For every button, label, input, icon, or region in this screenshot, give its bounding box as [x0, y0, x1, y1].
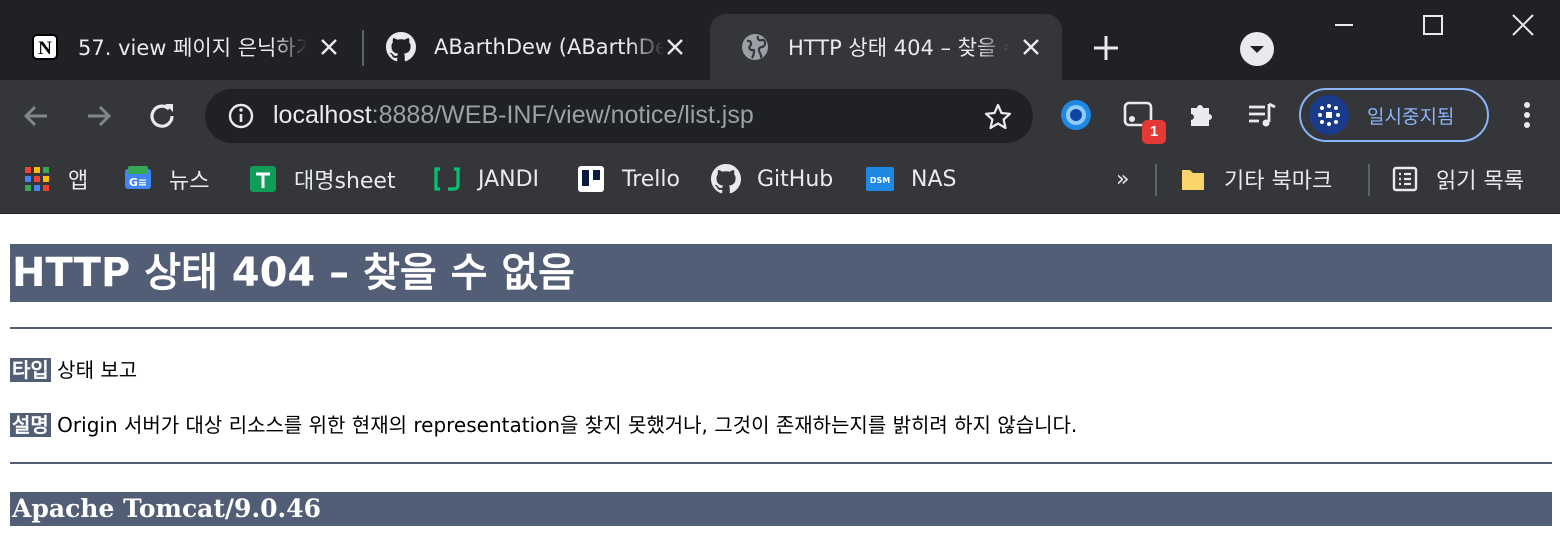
- info-icon[interactable]: [227, 102, 255, 130]
- extensions-puzzle-icon[interactable]: [1183, 98, 1217, 132]
- close-icon[interactable]: [318, 36, 340, 58]
- bookmark-trello[interactable]: Trello: [576, 162, 680, 196]
- bookmark-label: NAS: [911, 166, 957, 192]
- close-icon[interactable]: [1020, 36, 1042, 58]
- minimize-icon: [1335, 24, 1353, 26]
- sheets-icon: [248, 164, 278, 194]
- maximize-button[interactable]: [1403, 0, 1463, 50]
- svg-text:G≡: G≡: [129, 176, 147, 189]
- page-title: HTTP 상태 404 – 찾을 수 없음: [10, 244, 1552, 302]
- bookmark-label: Trello: [622, 166, 680, 192]
- dsm-icon: DSM: [865, 164, 895, 194]
- chevron-down-icon: [1250, 46, 1264, 53]
- type-label: 타입: [10, 358, 51, 382]
- google-news-icon: G≡: [123, 164, 153, 194]
- description-label: 설명: [10, 413, 51, 437]
- divider: [10, 462, 1552, 464]
- url-text: localhost:8888/WEB-INF/view/notice/list.…: [273, 101, 754, 130]
- bookmark-github[interactable]: GitHub: [711, 162, 833, 196]
- reading-list-icon: [1390, 164, 1420, 194]
- minimize-button[interactable]: [1314, 0, 1374, 50]
- profile-button[interactable]: 일시중지됨: [1299, 88, 1489, 142]
- jandi-icon: [432, 164, 462, 194]
- bookmark-separator: [1155, 164, 1157, 196]
- divider: [10, 327, 1552, 329]
- close-icon[interactable]: [664, 36, 686, 58]
- tab-notion[interactable]: N 57. view 페이지 은닉하기: [0, 14, 360, 80]
- tab-title: 57. view 페이지 은닉하기: [78, 36, 308, 60]
- bookmark-other-folder[interactable]: 기타 북마크: [1178, 162, 1332, 196]
- bookmark-label: 앱: [68, 169, 89, 194]
- bookmark-sheet[interactable]: 대명sheet: [248, 162, 396, 196]
- bookmark-news[interactable]: G≡ 뉴스: [123, 162, 209, 196]
- server-footer: Apache Tomcat/9.0.46: [10, 492, 1552, 526]
- profile-label: 일시중지됨: [1367, 105, 1455, 128]
- maximize-icon: [1423, 15, 1443, 35]
- bookmark-label: 읽기 목록: [1436, 169, 1524, 194]
- arrow-left-icon: [23, 105, 47, 127]
- tab-strip: N 57. view 페이지 은닉하기 ABarthDew (ABarthDew…: [0, 0, 1560, 80]
- bookmark-separator: [1368, 164, 1370, 196]
- close-icon: [1512, 14, 1534, 36]
- bookmark-star-icon[interactable]: [983, 102, 1013, 132]
- arrow-right-icon: [88, 105, 112, 127]
- reload-button[interactable]: [142, 96, 182, 136]
- back-button[interactable]: [16, 96, 56, 136]
- url-host: localhost: [273, 101, 372, 129]
- github-icon: [386, 32, 416, 62]
- tab-title: HTTP 상태 404 – 찾을 수 없음: [788, 36, 1010, 60]
- reading-list-button[interactable]: 읽기 목록: [1390, 162, 1524, 196]
- more-menu-icon[interactable]: [1512, 98, 1542, 132]
- globe-icon: [740, 32, 770, 62]
- tab-github[interactable]: ABarthDew (ABarthDew): [356, 14, 706, 80]
- bookmark-label: 뉴스: [169, 169, 210, 194]
- forward-button[interactable]: [79, 96, 119, 136]
- bookmark-label: JANDI: [478, 166, 540, 192]
- bookmark-label: 기타 북마크: [1224, 169, 1333, 194]
- media-queue-icon[interactable]: [1245, 98, 1279, 132]
- bookmark-apps[interactable]: 앱: [22, 162, 88, 196]
- tab-search-button[interactable]: [1240, 32, 1274, 66]
- page-content: HTTP 상태 404 – 찾을 수 없음 타입 상태 보고 설명 Origin…: [0, 215, 1560, 547]
- notion-icon: N: [30, 32, 60, 62]
- bookmark-jandi[interactable]: JANDI: [432, 162, 539, 196]
- bookmark-label: GitHub: [757, 166, 834, 192]
- description-value: Origin 서버가 대상 리소스를 위한 현재의 representation…: [57, 413, 1078, 437]
- bookmark-nas[interactable]: DSM NAS: [865, 162, 956, 196]
- svg-text:N: N: [38, 38, 52, 59]
- trello-icon: [576, 164, 606, 194]
- type-value: 상태 보고: [57, 358, 138, 382]
- bookmark-label: 대명sheet: [294, 169, 396, 194]
- reload-icon: [150, 104, 174, 128]
- new-tab-icon[interactable]: [1088, 30, 1124, 66]
- folder-icon: [1178, 164, 1208, 194]
- description-row: 설명 Origin 서버가 대상 리소스를 위한 현재의 representat…: [10, 411, 1077, 439]
- type-row: 타입 상태 보고: [10, 356, 137, 384]
- overflow-chevron-icon: »: [1116, 166, 1130, 192]
- tab-title: ABarthDew (ABarthDew): [434, 35, 664, 59]
- browser-toolbar: localhost:8888/WEB-INF/view/notice/list.…: [0, 80, 1560, 150]
- github-icon: [711, 164, 741, 194]
- address-bar[interactable]: localhost:8888/WEB-INF/view/notice/list.…: [205, 89, 1033, 143]
- bookmarks-bar: 앱 G≡ 뉴스 대명sheet JANDI Trello GitHub DSM: [0, 150, 1560, 214]
- apps-grid-icon: [22, 164, 52, 194]
- avatar: [1309, 95, 1349, 135]
- bookmarks-overflow-button[interactable]: »: [1116, 162, 1129, 196]
- svg-text:DSM: DSM: [870, 176, 890, 185]
- url-path: :8888/WEB-INF/view/notice/list.jsp: [371, 101, 754, 129]
- extension-target-icon[interactable]: [1059, 98, 1093, 132]
- tab-http-404[interactable]: HTTP 상태 404 – 찾을 수 없음: [710, 14, 1062, 80]
- close-window-button[interactable]: [1493, 0, 1553, 50]
- extension-badge: 1: [1142, 120, 1166, 144]
